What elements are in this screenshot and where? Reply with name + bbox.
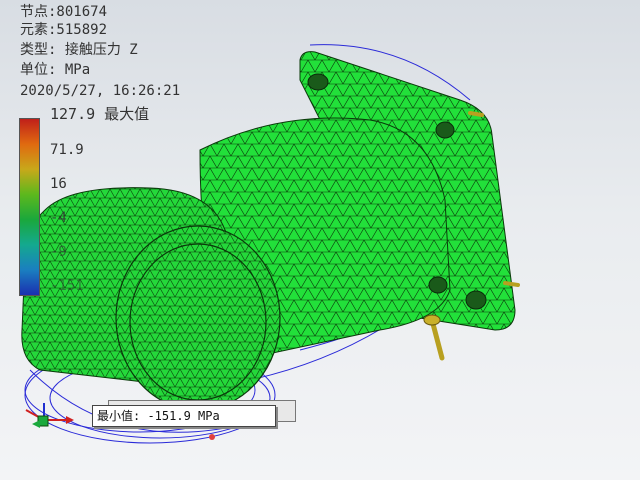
- xyz-axis-icon[interactable]: [18, 400, 78, 430]
- color-legend-bar: [19, 118, 40, 296]
- legend-tick-5: -151: [50, 278, 84, 294]
- unit-label: 单位: MPa: [20, 62, 91, 78]
- legend-tick-3: -4: [50, 210, 67, 226]
- result-type: 类型: 接触压力 Z: [20, 42, 138, 58]
- bolt: [423, 314, 445, 361]
- end-cap: [115, 225, 281, 411]
- node-count: 节点:801674: [20, 4, 108, 20]
- min-marker: [209, 434, 215, 440]
- fea-viewport[interactable]: 节点:801674 元素:515892 类型: 接触压力 Z 单位: MPa 2…: [0, 0, 640, 480]
- legend-tick-1: 71.9: [50, 142, 84, 158]
- element-count: 元素:515892: [20, 22, 108, 38]
- legend-tick-4: -9: [50, 244, 67, 260]
- legend-max-label: 127.9 最大值: [50, 105, 150, 123]
- legend-tick-2: 16: [50, 176, 67, 192]
- min-value-tooltip: 最小值: -151.9 MPa: [92, 405, 276, 427]
- timestamp: 2020/5/27, 16:26:21: [20, 83, 181, 99]
